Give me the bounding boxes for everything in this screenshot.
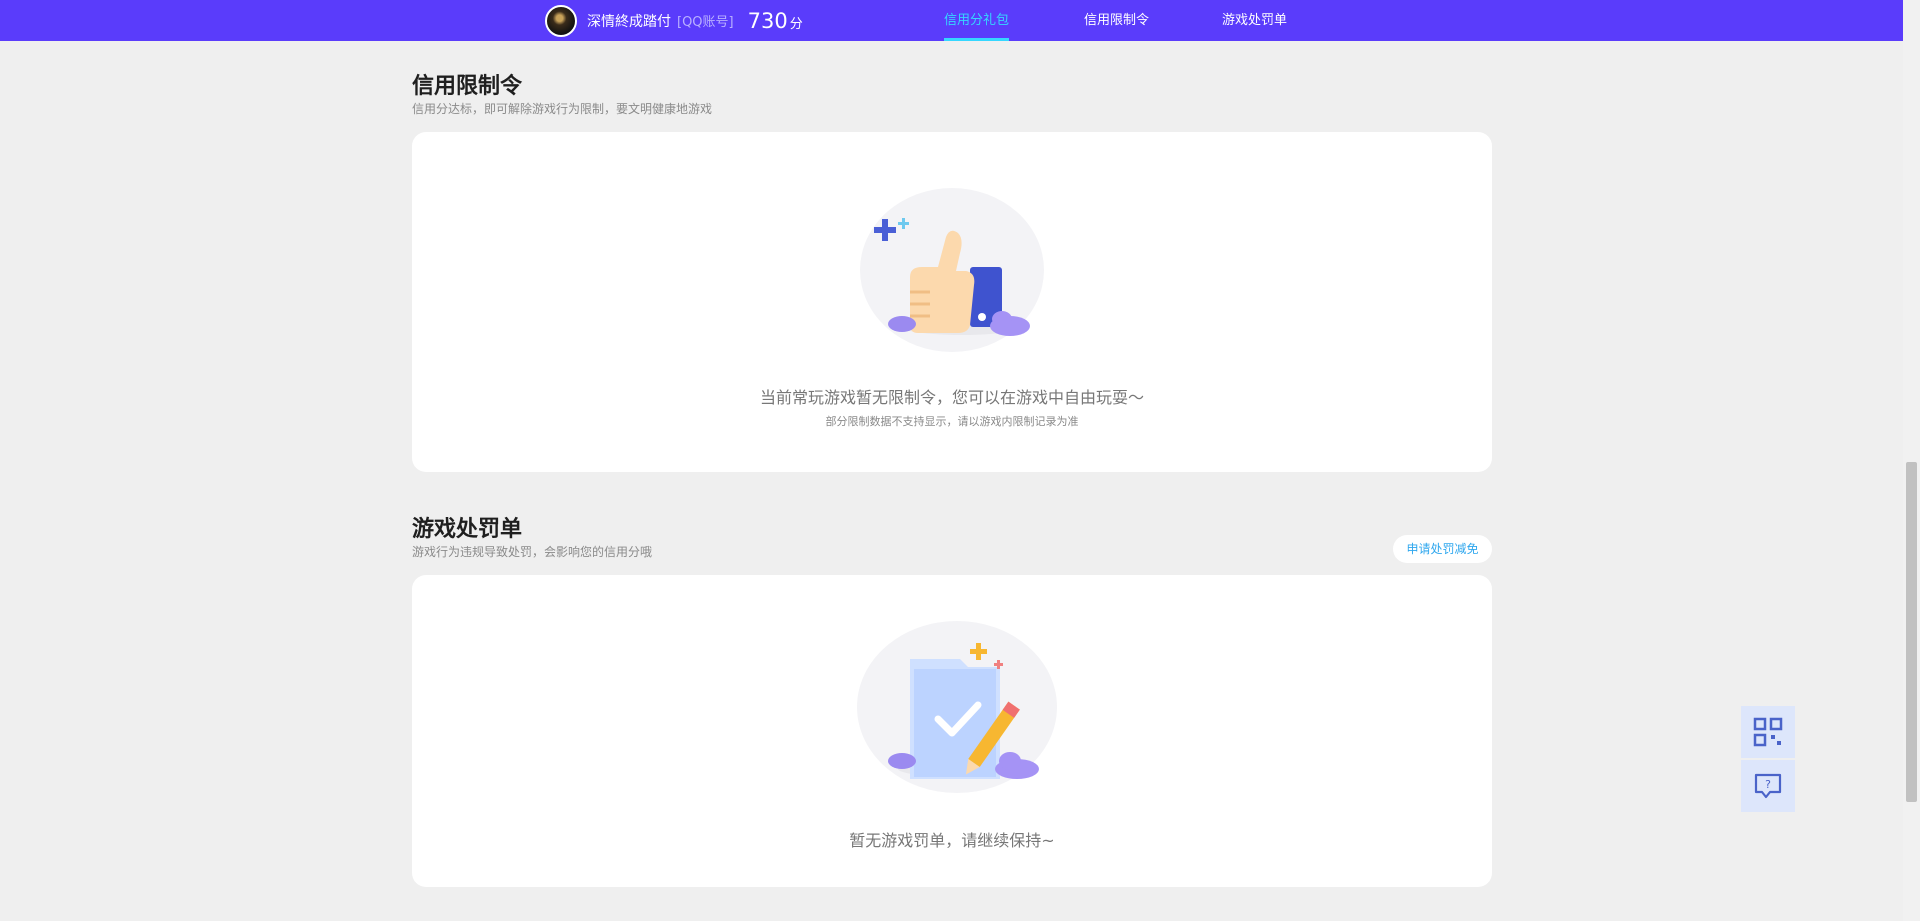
credit-score: 730 [747, 8, 788, 33]
penalty-empty-message: 暂无游戏罚单，请继续保持~ [849, 831, 1055, 850]
tab-credit-restriction[interactable]: 信用限制令 [1084, 0, 1149, 41]
scrollbar-thumb[interactable] [1906, 462, 1917, 802]
penalty-subtitle: 游戏行为违规导致处罚，会影响您的信用分哦 [412, 545, 653, 559]
tab-credit-gift[interactable]: 信用分礼包 [944, 0, 1010, 41]
user-info: 深情終成踏付 [QQ账号] 730 分 [545, 4, 803, 37]
clipboard-check-illustration [857, 621, 1057, 793]
credit-score-unit: 分 [789, 17, 803, 32]
restriction-note: 部分限制数据不支持显示，请以游戏内限制记录为准 [825, 415, 1079, 428]
restriction-title: 信用限制令 [412, 74, 523, 99]
top-header: 深情終成踏付 [QQ账号] 730 分 信用分礼包 信用限制令 游戏处罚单 [0, 0, 1903, 41]
qr-code-button[interactable] [1741, 706, 1795, 758]
user-name: 深情終成踏付 [587, 13, 671, 30]
qr-code-icon [1753, 717, 1783, 747]
penalty-card: 暂无游戏罚单，请继续保持~ [412, 575, 1492, 887]
scrollbar[interactable] [1903, 0, 1920, 921]
penalty-title: 游戏处罚单 [412, 517, 523, 542]
feedback-button[interactable]: ? [1741, 760, 1795, 812]
avatar[interactable] [545, 4, 577, 37]
account-type: [QQ账号] [677, 15, 734, 30]
restriction-empty-message: 当前常玩游戏暂无限制令，您可以在游戏中自由玩耍～ [759, 388, 1144, 407]
tab-game-penalty[interactable]: 游戏处罚单 [1222, 0, 1287, 41]
restriction-subtitle: 信用分达标，即可解除游戏行为限制，要文明健康地游戏 [412, 102, 713, 116]
thumbs-up-illustration [860, 188, 1044, 352]
feedback-icon: ? [1754, 773, 1782, 799]
svg-text:?: ? [1765, 778, 1771, 791]
apply-penalty-reduction-button[interactable]: 申请处罚减免 [1393, 535, 1492, 563]
restriction-card: 当前常玩游戏暂无限制令，您可以在游戏中自由玩耍～ 部分限制数据不支持显示，请以游… [412, 132, 1492, 472]
